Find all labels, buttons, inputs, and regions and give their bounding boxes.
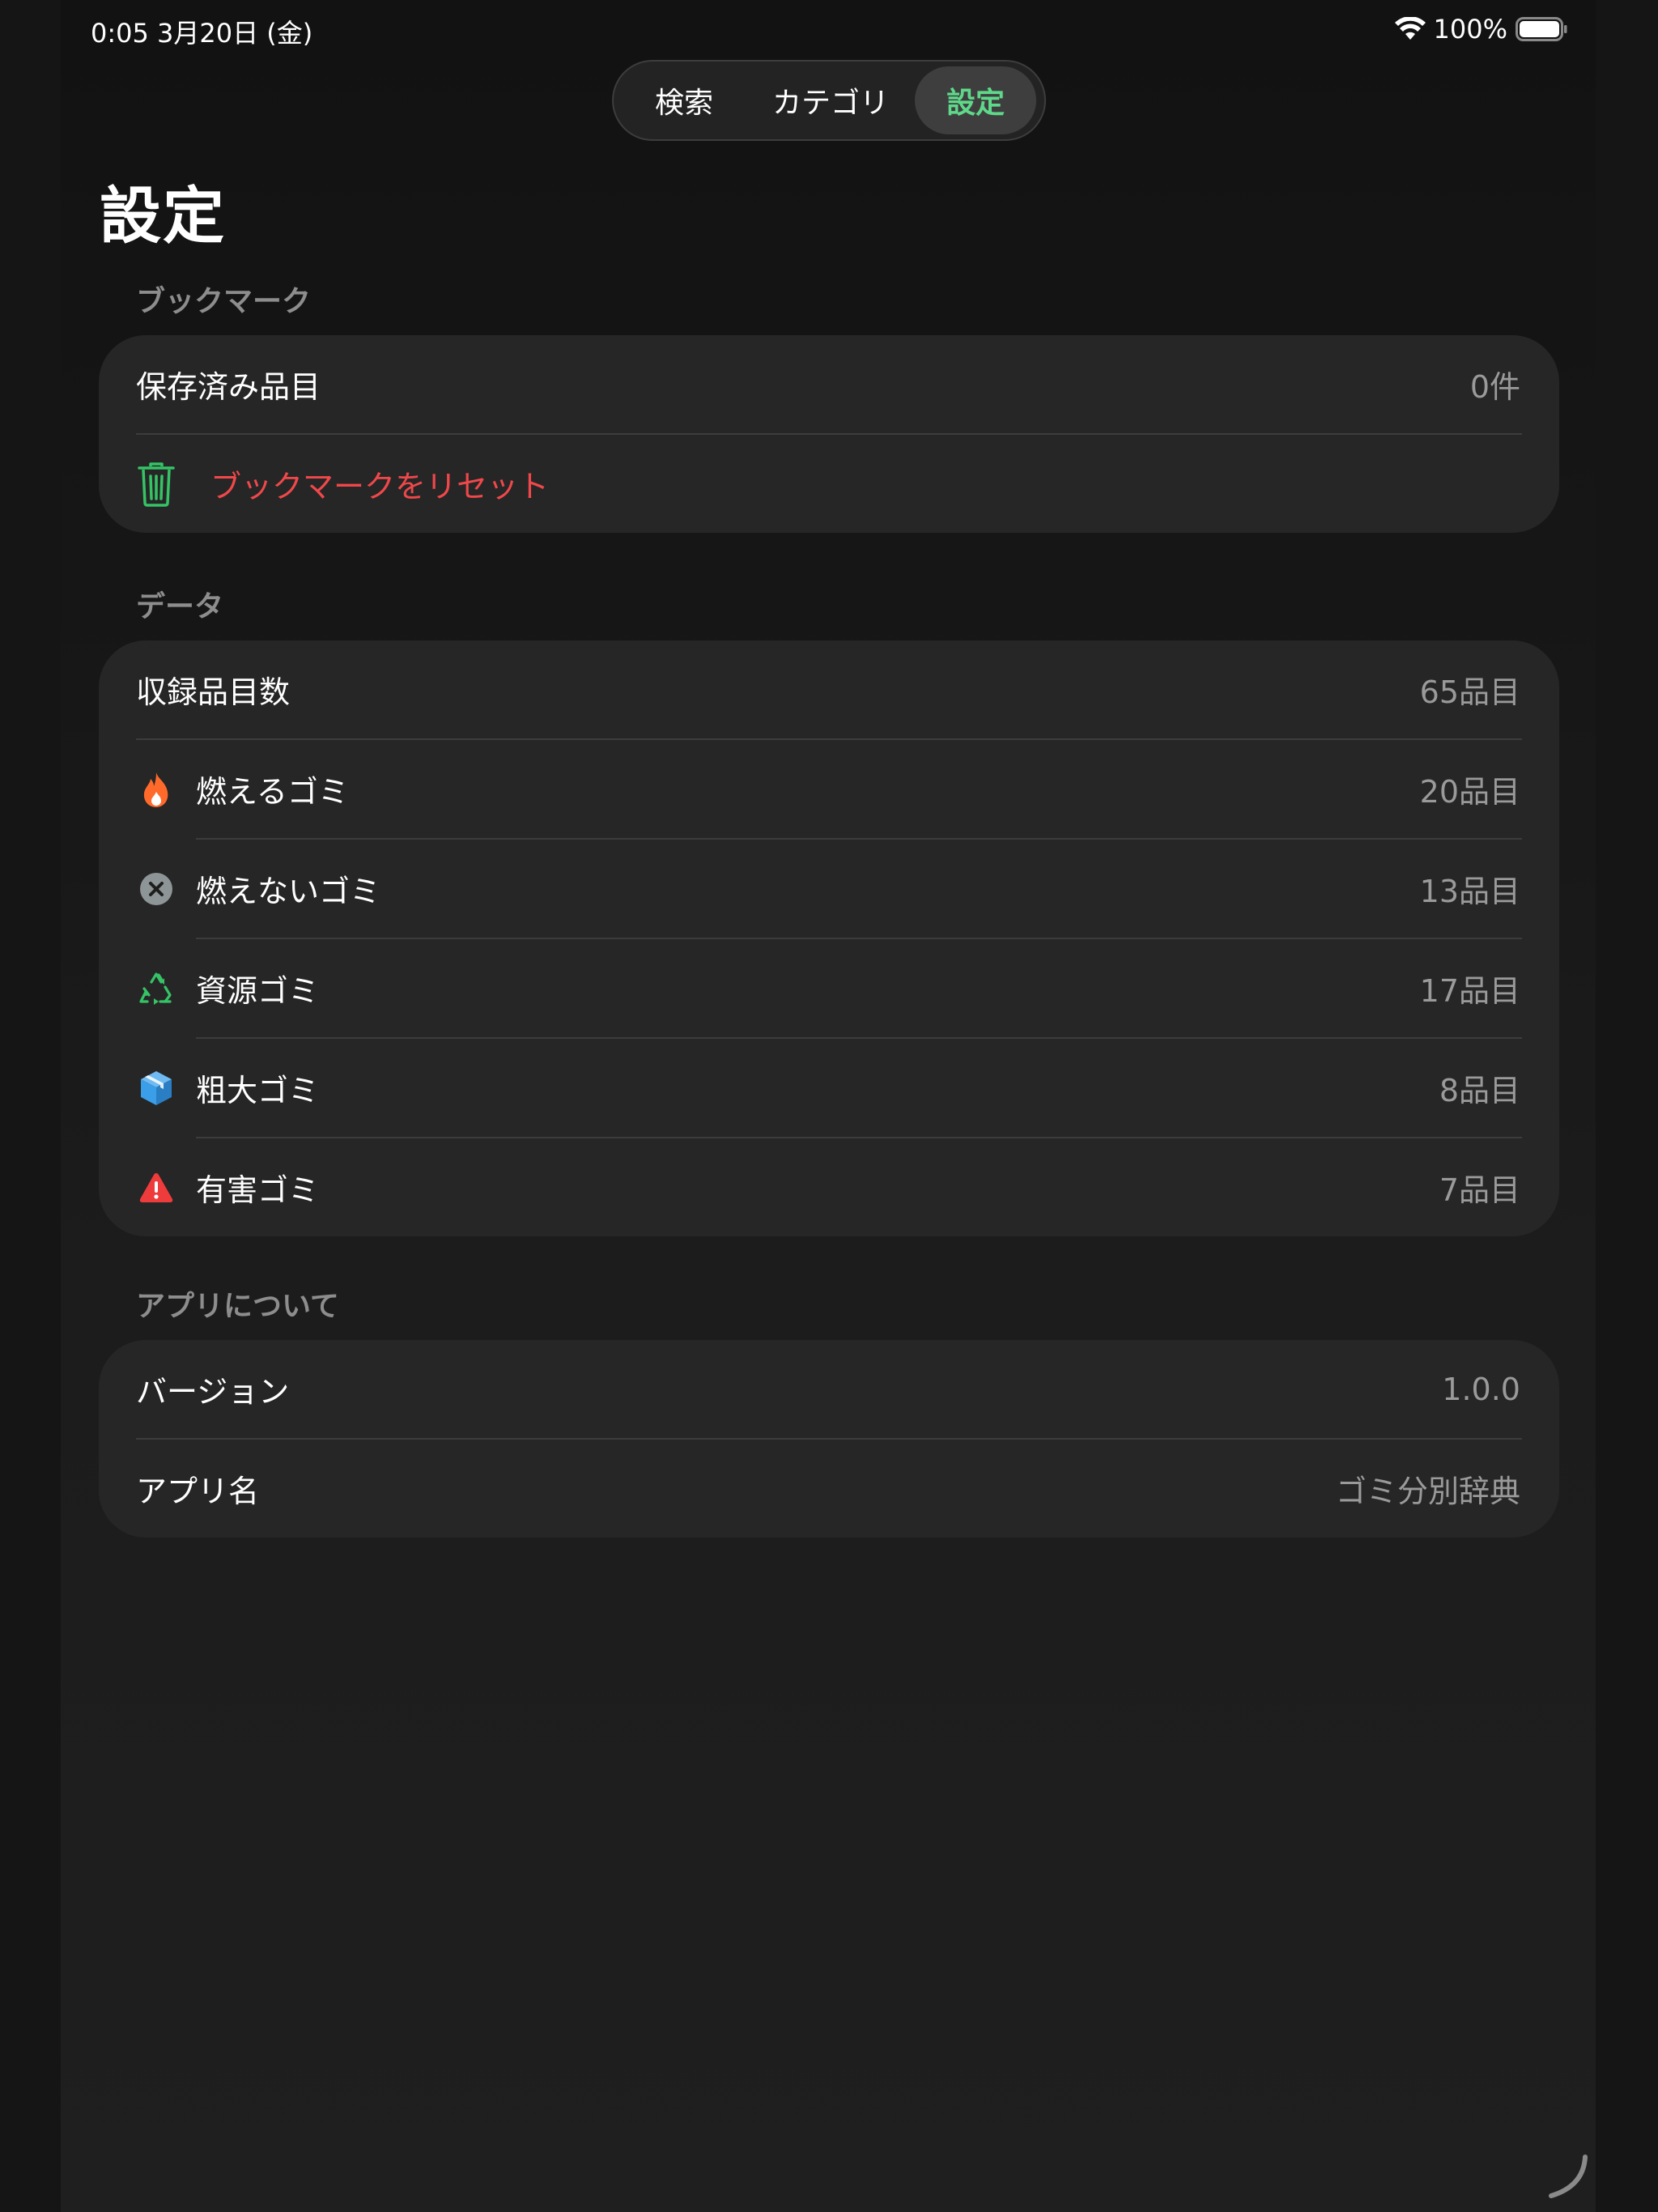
category-row-recyclable: 資源ゴミ 17品目 [99, 939, 1559, 1037]
screen: 0:05 3月20日 (金) 100% 検索 カテゴリ 設定 設定 ブックマーク [0, 0, 1658, 2212]
version-value: 1.0.0 [1442, 1371, 1520, 1407]
cube-icon [136, 1068, 176, 1108]
category-label: 粗大ゴミ [196, 1073, 320, 1108]
bookmark-card: 保存済み品目 0件 ブックマークをリセット [99, 335, 1559, 533]
category-label: 有害ゴミ [196, 1172, 320, 1208]
total-items-value: 65品目 [1419, 674, 1520, 710]
version-row: バージョン 1.0.0 [99, 1340, 1559, 1438]
app-name-label: アプリ名 [136, 1474, 260, 1509]
tab-settings[interactable]: 設定 [915, 66, 1036, 134]
category-count: 8品目 [1439, 1073, 1520, 1108]
category-row-nonburnable: 燃えないゴミ 13品目 [99, 840, 1559, 938]
wifi-icon [1394, 17, 1426, 41]
saved-items-label: 保存済み品目 [136, 369, 321, 405]
category-label: 燃えないゴミ [196, 874, 381, 909]
total-items-label: 収録品目数 [136, 674, 291, 710]
battery-percent: 100% [1433, 14, 1507, 45]
window-resize-grip[interactable] [1543, 2154, 1588, 2202]
section-header-about: アプリについて [136, 1290, 339, 1323]
category-count: 17品目 [1419, 973, 1520, 1009]
page-title: 設定 [100, 180, 226, 252]
category-count: 20品目 [1419, 774, 1520, 810]
version-label: バージョン [136, 1374, 290, 1410]
app-name-value: ゴミ分別辞典 [1335, 1474, 1520, 1509]
trash-icon [136, 462, 176, 507]
category-label: 燃えるゴミ [196, 774, 349, 810]
category-count: 7品目 [1439, 1172, 1520, 1208]
category-row-burnable: 燃えるゴミ 20品目 [99, 740, 1559, 838]
section-header-data: データ [136, 590, 224, 623]
flame-icon [136, 769, 176, 810]
category-row-hazardous: 有害ゴミ 7品目 [99, 1138, 1559, 1236]
status-time-date: 0:05 3月20日 (金) [91, 18, 313, 49]
section-header-bookmark: ブックマーク [136, 285, 312, 318]
reset-bookmarks-button[interactable]: ブックマークをリセット [99, 435, 1559, 533]
recycle-icon [136, 968, 176, 1009]
saved-items-value: 0件 [1469, 369, 1520, 405]
battery-icon [1516, 17, 1567, 41]
about-card: バージョン 1.0.0 アプリ名 ゴミ分別辞典 [99, 1340, 1559, 1538]
reset-bookmarks-label: ブックマークをリセット [210, 469, 550, 504]
saved-items-row: 保存済み品目 0件 [99, 335, 1559, 433]
data-card: 収録品目数 65品目 燃えるゴミ 20品目 燃えないゴミ 13品目 資源ゴミ 1… [99, 640, 1559, 1236]
app-name-row: アプリ名 ゴミ分別辞典 [99, 1440, 1559, 1538]
category-count: 13品目 [1419, 874, 1520, 909]
total-items-row: 収録品目数 65品目 [99, 640, 1559, 738]
category-row-oversized: 粗大ゴミ 8品目 [99, 1039, 1559, 1137]
xmark-circle-icon [136, 869, 176, 909]
warning-triangle-icon [136, 1168, 176, 1208]
tab-search[interactable]: 検索 [619, 66, 750, 134]
category-label: 資源ゴミ [196, 973, 320, 1009]
tab-category[interactable]: カテゴリ [750, 66, 912, 134]
status-indicators: 100% [1394, 11, 1567, 47]
tab-bar: 検索 カテゴリ 設定 [612, 60, 1046, 141]
